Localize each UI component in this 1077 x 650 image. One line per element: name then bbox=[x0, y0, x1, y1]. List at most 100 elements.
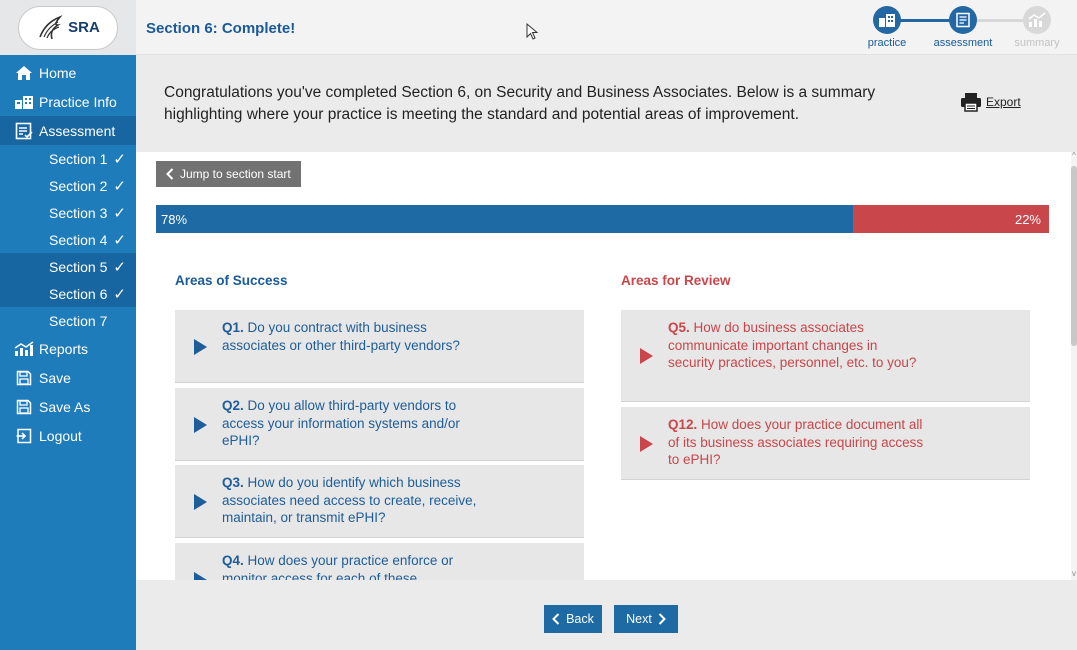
intro-panel: Congratulations you've completed Section… bbox=[136, 55, 1077, 152]
section-label: Section 4 bbox=[49, 231, 108, 248]
question-body: How does your practice document all of i… bbox=[668, 417, 924, 467]
question-body: How do you identify which business assoc… bbox=[222, 475, 477, 525]
completion-message: Congratulations you've completed Section… bbox=[164, 84, 876, 123]
play-arrow-icon bbox=[194, 494, 207, 510]
sidebar-item-section-3[interactable]: Section 3 ✓ bbox=[0, 199, 136, 226]
step-practice[interactable]: practice bbox=[857, 6, 917, 49]
areas-for-review-heading: Areas for Review bbox=[621, 273, 731, 288]
sidebar-item-logout[interactable]: Logout bbox=[0, 421, 136, 450]
page-title: Section 6: Complete! bbox=[146, 20, 296, 37]
sidebar-item-section-6[interactable]: Section 6 ✓ bbox=[0, 280, 136, 307]
sidebar-item-save-as[interactable]: Save As bbox=[0, 392, 136, 421]
save-icon bbox=[13, 369, 35, 387]
step-summary[interactable]: summary bbox=[1007, 6, 1067, 49]
question-text: Q5. How do business associates communica… bbox=[668, 319, 918, 372]
review-question-card[interactable]: Q12. How does your practice document all… bbox=[621, 407, 1030, 480]
question-number: Q12. bbox=[668, 417, 698, 432]
question-text: Q1. Do you contract with business associ… bbox=[222, 319, 482, 354]
hhs-eagle-icon bbox=[39, 14, 63, 39]
section-label: Section 7 bbox=[49, 312, 108, 329]
play-arrow-icon bbox=[640, 436, 653, 452]
next-label: Next bbox=[626, 612, 652, 626]
question-number: Q5. bbox=[668, 320, 690, 335]
success-question-card[interactable]: Q4. How does your practice enforce or mo… bbox=[175, 543, 584, 580]
section-label: Section 3 bbox=[49, 204, 108, 221]
sidebar-item-section-4[interactable]: Section 4 ✓ bbox=[0, 226, 136, 253]
summary-icon bbox=[1023, 6, 1051, 34]
mouse-cursor-icon bbox=[526, 23, 539, 40]
question-body: How do business associates communicate i… bbox=[668, 320, 917, 370]
success-question-card[interactable]: Q2. Do you allow third-party vendors to … bbox=[175, 388, 584, 461]
question-text: Q12. How does your practice document all… bbox=[668, 416, 928, 469]
question-body: Do you allow third-party vendors to acce… bbox=[222, 398, 460, 448]
sidebar-item-section-2[interactable]: Section 2 ✓ bbox=[0, 172, 136, 199]
practice-icon bbox=[873, 6, 901, 34]
question-body: How does your practice enforce or monito… bbox=[222, 553, 454, 580]
sra-logo[interactable]: SRA bbox=[18, 5, 118, 50]
export-button[interactable]: Export bbox=[960, 92, 1021, 112]
sidebar-item-section-1[interactable]: Section 1 ✓ bbox=[0, 145, 136, 172]
progress-success-fill bbox=[156, 205, 853, 233]
sidebar-item-reports[interactable]: Reports bbox=[0, 334, 136, 363]
progress-steps: practice assessment summary bbox=[857, 6, 1067, 54]
play-arrow-icon bbox=[194, 572, 207, 580]
sidebar: SRA Home Practice Info Assessment Sectio… bbox=[0, 0, 136, 650]
section-label: Section 5 bbox=[49, 258, 108, 275]
question-number: Q2. bbox=[222, 398, 244, 413]
step-label: practice bbox=[867, 37, 907, 49]
success-question-card[interactable]: Q3. How do you identify which business a… bbox=[175, 465, 584, 538]
sidebar-item-label: Logout bbox=[39, 427, 82, 444]
scrollbar-thumb[interactable] bbox=[1071, 166, 1077, 346]
logo-area: SRA bbox=[0, 0, 136, 55]
score-progress-bar: 78% 22% bbox=[156, 205, 1049, 233]
play-arrow-icon bbox=[640, 348, 653, 364]
sidebar-item-assessment[interactable]: Assessment bbox=[0, 116, 136, 145]
step-label: assessment bbox=[933, 37, 993, 49]
question-number: Q3. bbox=[222, 475, 244, 490]
checkmark-icon: ✓ bbox=[113, 150, 126, 168]
scroll-up-arrow-icon[interactable]: ^ bbox=[1071, 152, 1077, 160]
building-icon bbox=[13, 93, 35, 111]
play-arrow-icon bbox=[194, 339, 207, 355]
step-assessment[interactable]: assessment bbox=[933, 6, 993, 49]
chevron-right-icon bbox=[658, 613, 666, 625]
main-content: Jump to section start 78% 22% Areas of S… bbox=[136, 152, 1071, 580]
sidebar-item-practice-info[interactable]: Practice Info bbox=[0, 87, 136, 116]
logout-icon bbox=[13, 427, 35, 445]
sidebar-item-home[interactable]: Home bbox=[0, 58, 136, 87]
checkmark-icon: ✓ bbox=[113, 258, 126, 276]
back-label: Back bbox=[566, 612, 594, 626]
success-percent: 78% bbox=[161, 212, 188, 227]
sidebar-nav: Home Practice Info Assessment Section 1 … bbox=[0, 58, 136, 450]
sidebar-item-section-7[interactable]: Section 7 bbox=[0, 307, 136, 334]
sidebar-item-label: Save bbox=[39, 369, 71, 386]
sidebar-item-section-5[interactable]: Section 5 ✓ bbox=[0, 253, 136, 280]
printer-icon bbox=[961, 93, 981, 112]
sidebar-item-label: Reports bbox=[39, 340, 89, 357]
back-button[interactable]: Back bbox=[544, 605, 602, 633]
section-label: Section 2 bbox=[49, 177, 108, 194]
export-label: Export bbox=[986, 95, 1021, 109]
review-question-card[interactable]: Q5. How do business associates communica… bbox=[621, 310, 1030, 402]
success-question-card[interactable]: Q1. Do you contract with business associ… bbox=[175, 310, 584, 383]
logo-text: SRA bbox=[68, 19, 100, 36]
chevron-left-icon bbox=[552, 613, 560, 625]
checkmark-icon: ✓ bbox=[113, 177, 126, 195]
jump-label: Jump to section start bbox=[180, 167, 291, 181]
next-button[interactable]: Next bbox=[614, 605, 678, 633]
question-body: Do you contract with business associates… bbox=[222, 320, 460, 353]
checkmark-icon: ✓ bbox=[113, 285, 126, 303]
scroll-down-arrow-icon[interactable]: v bbox=[1071, 570, 1077, 578]
content-scrollbar[interactable]: ^ v bbox=[1071, 152, 1077, 580]
question-text: Q2. Do you allow third-party vendors to … bbox=[222, 397, 492, 450]
sidebar-item-label: Assessment bbox=[39, 122, 116, 139]
header-bar: Section 6: Complete! practice assessment… bbox=[136, 0, 1077, 55]
sidebar-item-label: Practice Info bbox=[39, 93, 117, 110]
areas-of-success-heading: Areas of Success bbox=[175, 273, 288, 288]
play-arrow-icon bbox=[194, 417, 207, 433]
section-label: Section 1 bbox=[49, 150, 108, 167]
sidebar-item-save[interactable]: Save bbox=[0, 363, 136, 392]
question-text: Q3. How do you identify which business a… bbox=[222, 474, 492, 527]
question-number: Q1. bbox=[222, 320, 244, 335]
jump-to-section-start-button[interactable]: Jump to section start bbox=[156, 161, 301, 187]
